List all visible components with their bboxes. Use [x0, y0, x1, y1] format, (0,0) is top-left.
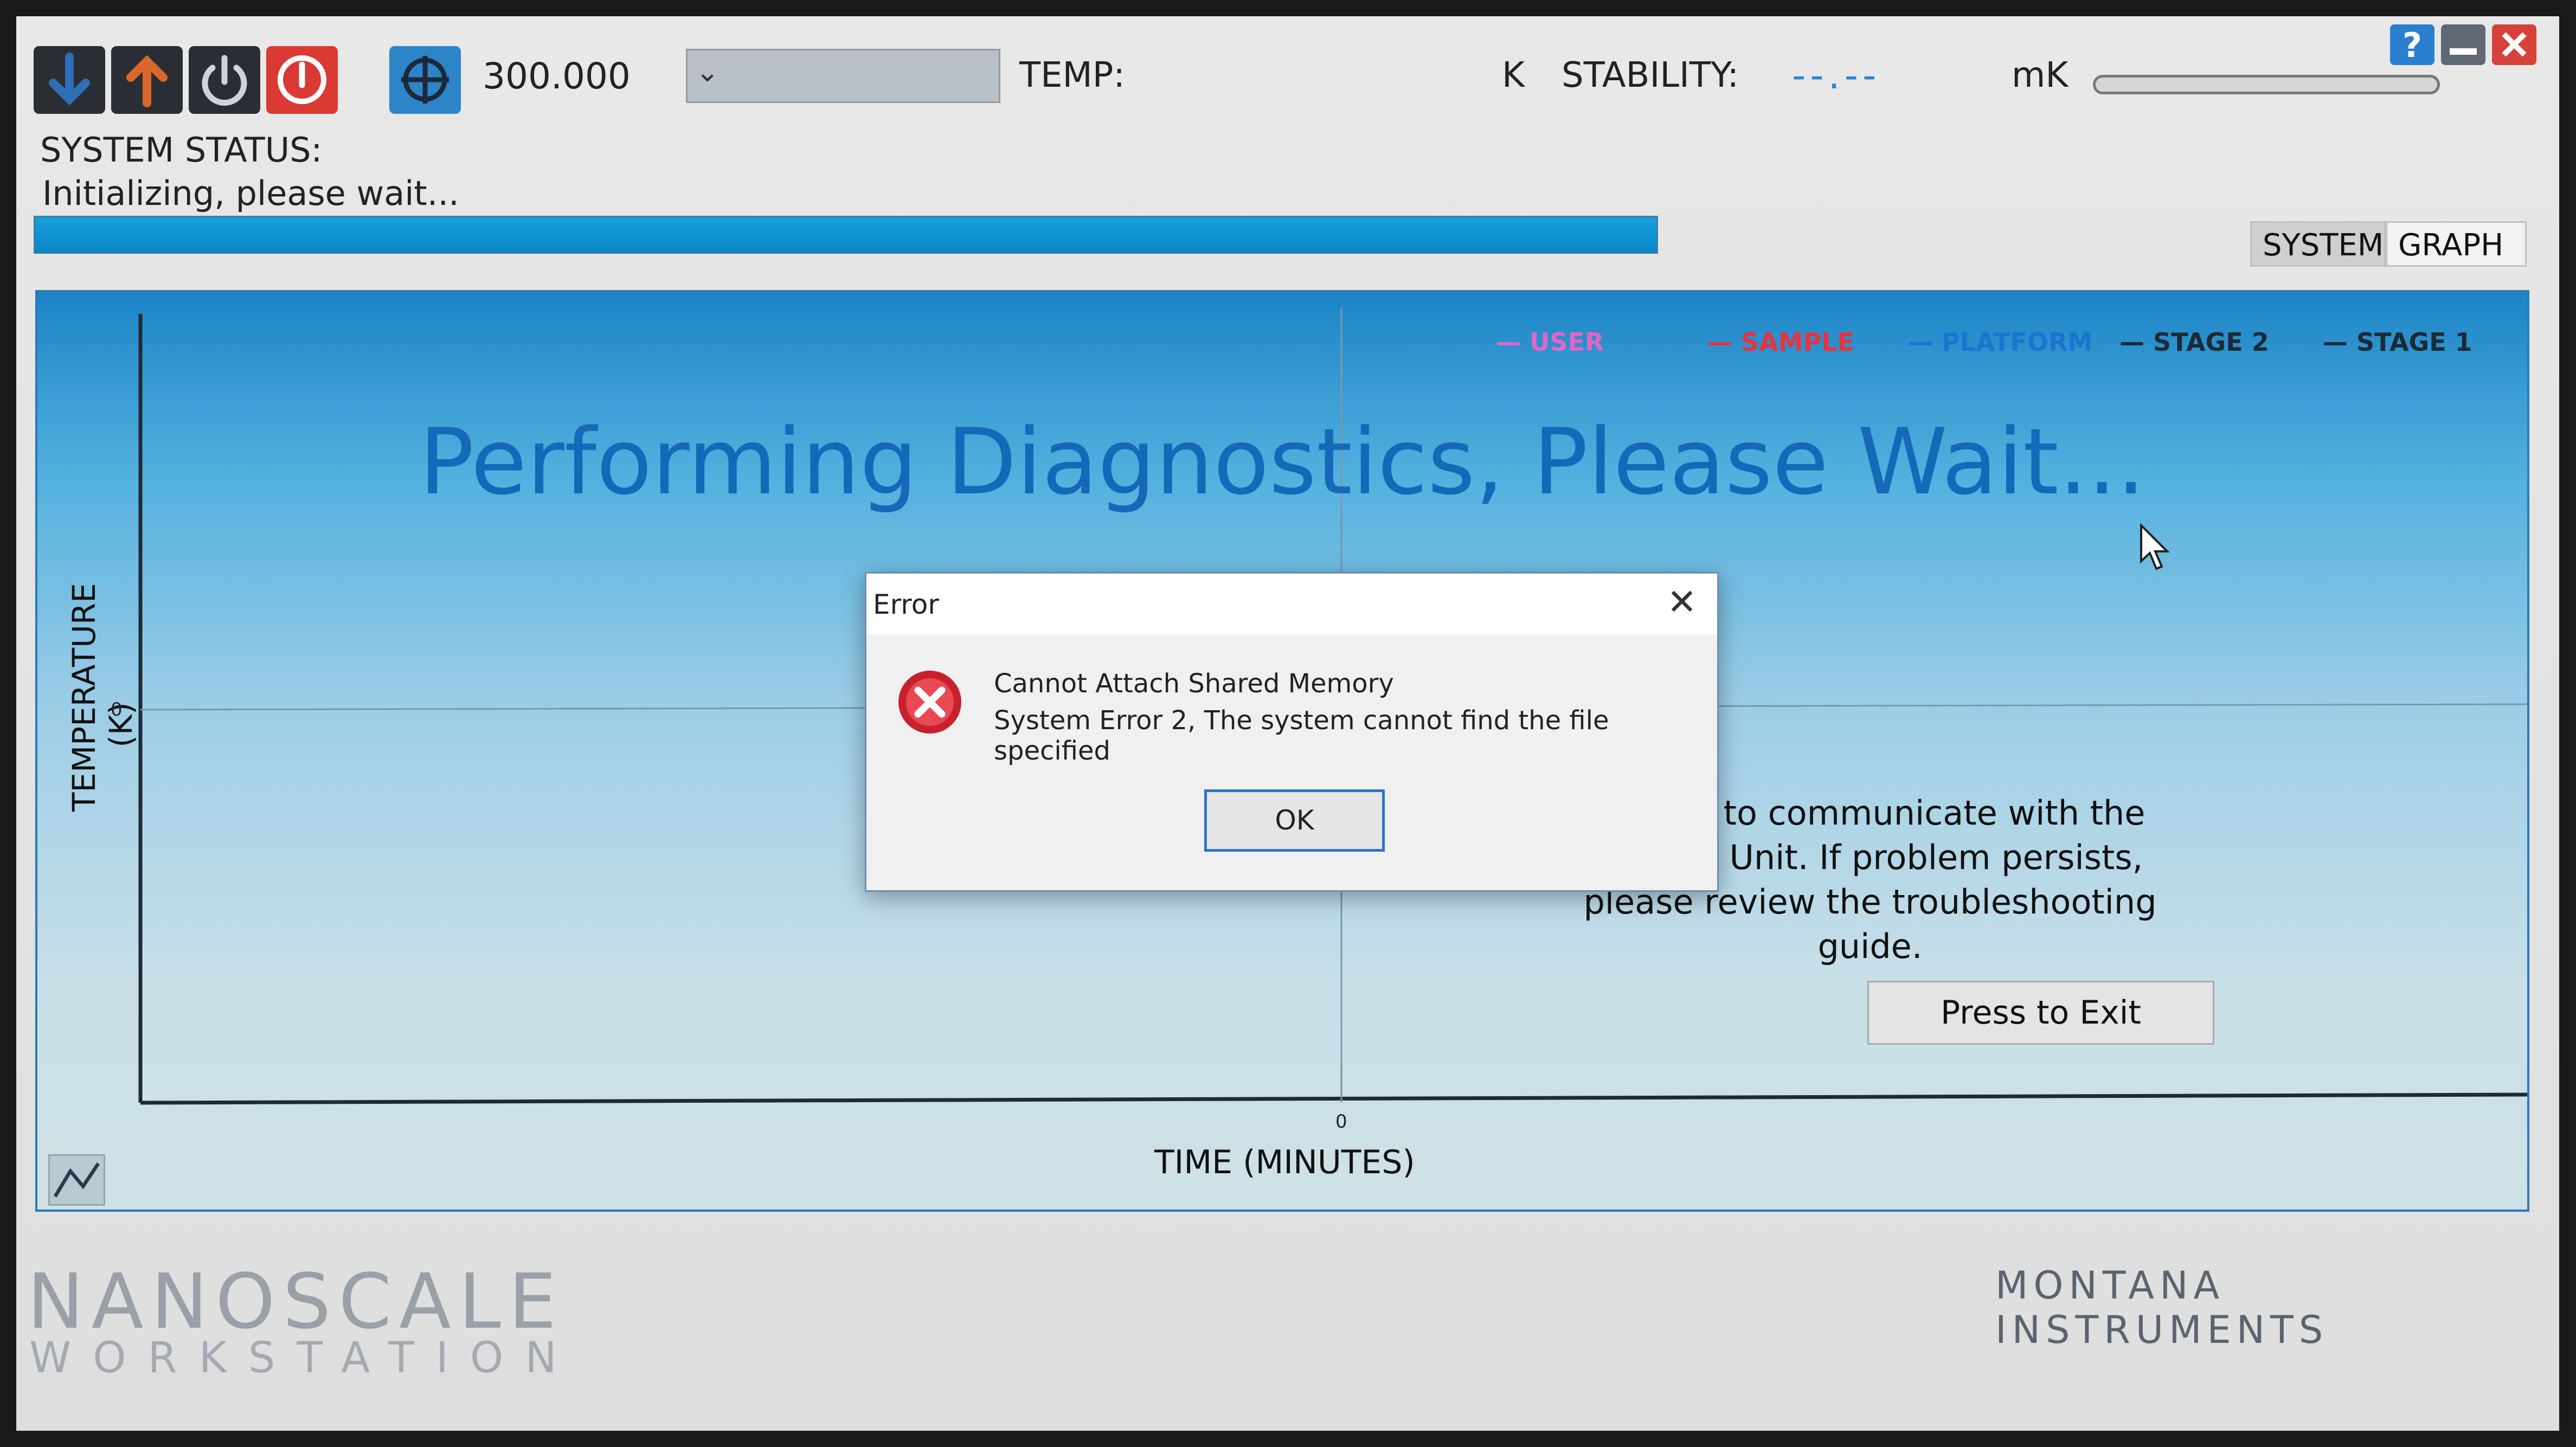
legend-line: — [1496, 327, 1530, 357]
minimize-icon [2450, 48, 2477, 55]
power-icon [189, 46, 260, 114]
system-status-text: Initializing, please wait... [42, 173, 459, 213]
mouse-cursor-icon [2140, 523, 2170, 570]
legend-line: — [1707, 327, 1742, 357]
system-status-label: SYSTEM STATUS: [40, 130, 323, 170]
temp-label: TEMP: [1019, 55, 1125, 95]
legend-line: — [2119, 327, 2154, 357]
legend-line: — [2323, 327, 2357, 357]
stability-unit: mK [2012, 55, 2068, 95]
product-subtitle: WORKSTATION [29, 1334, 579, 1382]
setpoint-button[interactable] [389, 46, 461, 114]
temperature-dropdown[interactable]: ⌄ [686, 49, 1000, 103]
error-icon [896, 668, 964, 736]
progress-fill [35, 217, 1656, 252]
close-icon [2502, 32, 2527, 57]
legend-platform-label: PLATFORM [1942, 327, 2093, 357]
legend-line: — [1908, 327, 1942, 357]
dialog-message-line-1: Cannot Attach Shared Memory [994, 668, 1394, 699]
minimize-button[interactable] [2441, 24, 2485, 65]
legend-sample-label: SAMPLE [1741, 327, 1854, 357]
dialog-close-button[interactable]: ✕ [1663, 584, 1701, 622]
temp-unit: K [1502, 55, 1525, 95]
shutdown-button[interactable] [266, 46, 338, 114]
graph-icon [53, 1162, 100, 1198]
x-tick-label: 0 [1335, 1111, 1347, 1133]
legend-user: — USER [1496, 327, 1604, 357]
legend-stage-2: — STAGE 2 [2119, 327, 2269, 357]
help-icon: ? [2402, 25, 2422, 65]
company-logo: MONTANA INSTRUMENTS [1995, 1263, 2329, 1352]
tab-graph[interactable]: GRAPH [2386, 221, 2527, 267]
diagnostics-message: Performing Diagnostics, Please Wait... [419, 409, 2145, 515]
x-axis-label: TIME (MINUTES) [1154, 1143, 1415, 1181]
warm-up-button[interactable] [111, 46, 183, 114]
app-window: 300.000 ⌄ TEMP: K STABILITY: --.-- mK ? … [16, 16, 2559, 1431]
stop-power-icon [266, 46, 338, 114]
legend-stage-1: — STAGE 1 [2323, 327, 2472, 357]
arrow-up-icon [111, 46, 183, 114]
y-axis-label: TEMPERATURE (K) [66, 583, 139, 812]
legend-sample: — SAMPLE [1707, 327, 1854, 357]
setpoint-value[interactable]: 300.000 [483, 55, 631, 97]
tab-system[interactable]: SYSTEM [2250, 221, 2386, 267]
stability-value: --.-- [1792, 53, 1881, 98]
legend-platform: — PLATFORM [1908, 327, 2092, 357]
stability-label: STABILITY: [1562, 55, 1739, 95]
help-button[interactable]: ? [2390, 24, 2434, 65]
press-to-exit-button[interactable]: Press to Exit [1867, 981, 2214, 1045]
product-name: NANOSCALE [27, 1258, 564, 1346]
svg-text:?: ? [2402, 25, 2422, 65]
dialog-title-bar: Error ✕ [866, 574, 1717, 634]
arrow-down-icon [34, 46, 105, 114]
close-icon: ✕ [1667, 581, 1697, 623]
dialog-ok-button[interactable]: OK [1204, 789, 1385, 852]
stability-slider[interactable] [2093, 75, 2440, 94]
legend-stage-1-label: STAGE 1 [2356, 327, 2472, 357]
target-icon [389, 46, 461, 114]
legend-user-label: USER [1530, 327, 1604, 357]
y-tick-label: 0 [111, 699, 123, 721]
legend-stage-2-label: STAGE 2 [2153, 327, 2269, 357]
info-line-4: guide. [1817, 927, 1923, 966]
dialog-message-line-2: System Error 2, The system cannot find t… [994, 705, 1609, 766]
power-button[interactable] [189, 46, 260, 114]
close-button[interactable] [2492, 24, 2536, 65]
graph-settings-button[interactable] [48, 1154, 105, 1206]
dialog-title: Error [873, 589, 939, 620]
status-progress-bar [34, 216, 1658, 254]
error-dialog: Error ✕ Cannot Attach Shared Memory Syst… [865, 572, 1719, 892]
cool-down-button[interactable] [34, 46, 105, 114]
chevron-down-icon: ⌄ [696, 56, 720, 88]
x-axis [140, 1092, 2527, 1105]
